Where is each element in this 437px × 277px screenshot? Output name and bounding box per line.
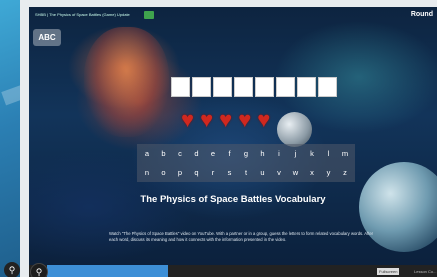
- letter-key-g[interactable]: g: [238, 146, 255, 163]
- search-icon[interactable]: ⚲: [4, 262, 20, 277]
- letter-blank: [255, 77, 274, 97]
- keyboard-row: abcdefghijklm: [137, 146, 355, 163]
- letter-key-a[interactable]: a: [139, 146, 156, 163]
- letter-key-n[interactable]: n: [139, 165, 156, 182]
- fullscreen-button[interactable]: Fullscreen: [377, 268, 400, 275]
- letter-key-m[interactable]: m: [337, 146, 354, 163]
- letter-key-i[interactable]: i: [271, 146, 288, 163]
- letter-key-o[interactable]: o: [155, 165, 172, 182]
- footer-extra-text: Lesson Co...: [414, 269, 437, 274]
- letter-key-q[interactable]: q: [188, 165, 205, 182]
- letter-blank: [192, 77, 211, 97]
- moon-image: [277, 112, 312, 147]
- external-link-icon[interactable]: [144, 11, 154, 19]
- progress-bar: [47, 265, 168, 277]
- letter-blank: [297, 77, 316, 97]
- letter-key-u[interactable]: u: [254, 165, 271, 182]
- letter-key-e[interactable]: e: [205, 146, 222, 163]
- heart-icon: ♥: [200, 107, 214, 132]
- game-instructions: Watch "The Physics of Space Battles" vid…: [109, 231, 374, 242]
- activity-card[interactable]: SHBB | The Physics of Space Battles (Gam…: [29, 7, 437, 277]
- letter-blank: [318, 77, 337, 97]
- letter-key-s[interactable]: s: [221, 165, 238, 182]
- video-title[interactable]: SHBB | The Physics of Space Battles (Gam…: [35, 12, 130, 17]
- word-blanks: [171, 77, 337, 97]
- letter-key-k[interactable]: k: [304, 146, 321, 163]
- previous-activity-card[interactable]: ⚲: [0, 0, 20, 277]
- letter-key-j[interactable]: j: [287, 146, 304, 163]
- letter-blank: [276, 77, 295, 97]
- nebula-image: [84, 27, 169, 137]
- letter-key-c[interactable]: c: [172, 146, 189, 163]
- game-title: The Physics of Space Battles Vocabulary: [140, 194, 326, 205]
- heart-icon: ♥: [181, 107, 195, 132]
- letter-key-x[interactable]: x: [304, 165, 321, 182]
- letter-blank: [213, 77, 232, 97]
- letter-key-z[interactable]: z: [337, 165, 354, 182]
- letter-key-h[interactable]: h: [254, 146, 271, 163]
- heart-icon: ♥: [238, 107, 252, 132]
- letter-key-t[interactable]: t: [238, 165, 255, 182]
- heart-icon: ♥: [257, 107, 271, 132]
- letter-key-y[interactable]: y: [320, 165, 337, 182]
- letter-key-w[interactable]: w: [287, 165, 304, 182]
- letter-key-l[interactable]: l: [320, 146, 337, 163]
- letter-blank: [234, 77, 253, 97]
- letter-key-v[interactable]: v: [271, 165, 288, 182]
- previous-card-badge: [1, 84, 20, 106]
- letter-key-r[interactable]: r: [205, 165, 222, 182]
- game-type-badge: ABC: [33, 29, 61, 46]
- heart-icon: ♥: [219, 107, 233, 132]
- keyboard-row: nopqrstuvwxyz: [137, 165, 355, 182]
- letter-blank: [171, 77, 190, 97]
- search-icon[interactable]: ⚲: [30, 263, 48, 277]
- letter-keyboard: abcdefghijklm nopqrstuvwxyz: [137, 144, 355, 182]
- letter-key-d[interactable]: d: [188, 146, 205, 163]
- lives-hearts: ♥ ♥ ♥ ♥ ♥: [181, 109, 270, 131]
- letter-key-b[interactable]: b: [155, 146, 172, 163]
- round-label: Round: [410, 11, 433, 18]
- letter-key-p[interactable]: p: [172, 165, 189, 182]
- letter-key-f[interactable]: f: [221, 146, 238, 163]
- activity-top-bar: SHBB | The Physics of Space Battles (Gam…: [29, 7, 437, 27]
